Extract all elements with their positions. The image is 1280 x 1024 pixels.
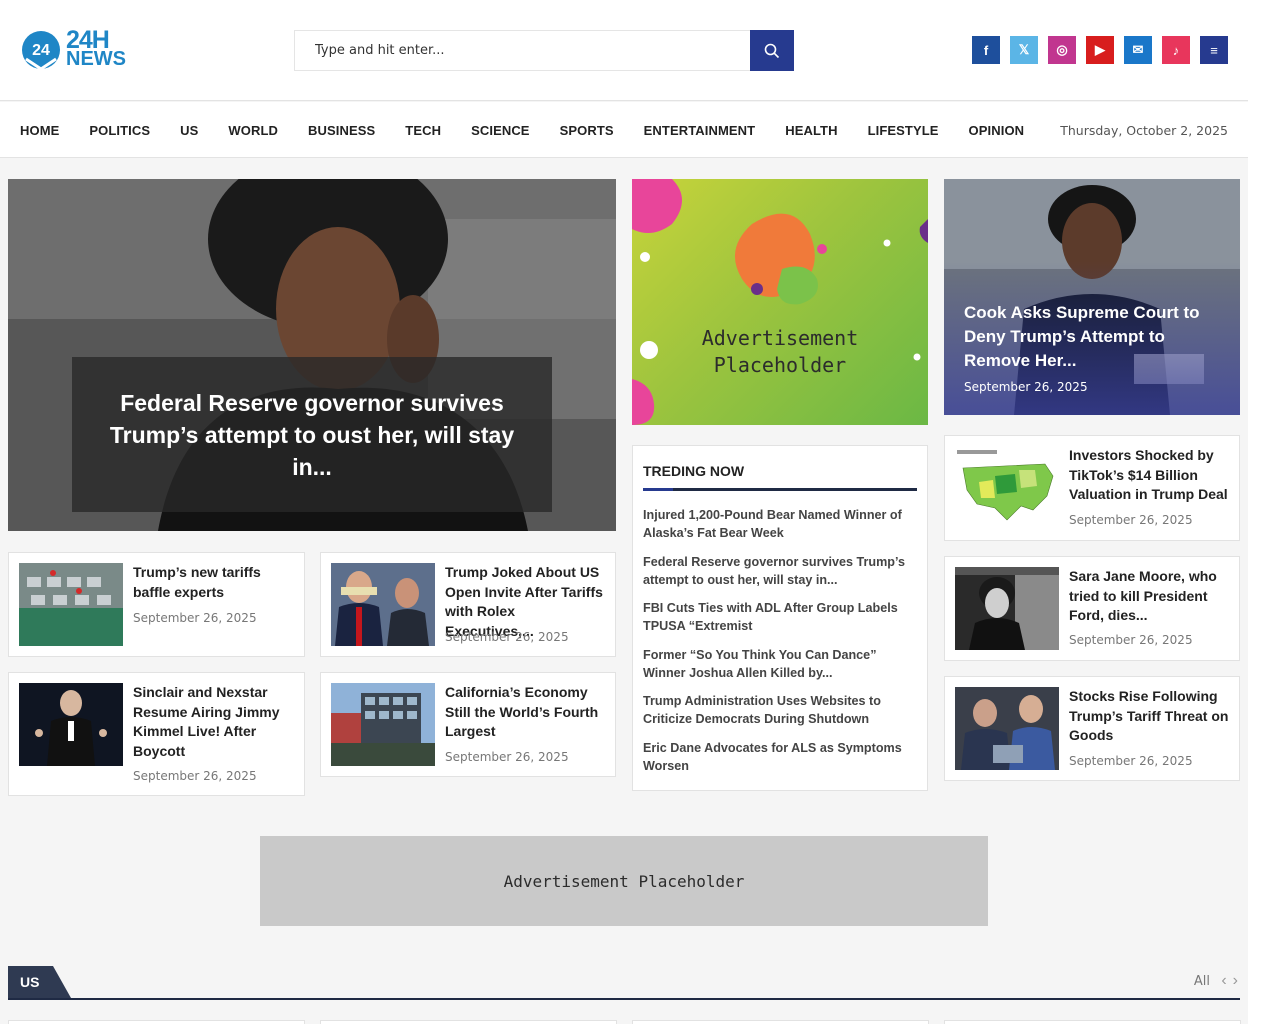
main-nav: HOME POLITICS US WORLD BUSINESS TECH SCIENCE SP… bbox=[0, 102, 1248, 158]
svg-text:24: 24 bbox=[32, 42, 50, 59]
youtube-icon[interactable]: ▶ bbox=[1086, 36, 1114, 64]
article-title[interactable]: Stocks Rise Following Trump’s Tariff Thr… bbox=[1069, 687, 1231, 746]
section-cards-row bbox=[8, 1020, 1241, 1024]
article-date: September 26, 2025 bbox=[445, 750, 569, 764]
trending-item[interactable]: Former “So You Think You Can Dance” Winn… bbox=[643, 646, 913, 682]
nav-item-sports[interactable]: SPORTS bbox=[560, 123, 614, 138]
article-card[interactable]: Investors Shocked by TikTok’s $14 Billio… bbox=[944, 435, 1240, 541]
article-thumbnail bbox=[19, 683, 123, 766]
ad-side-line1: Advertisement bbox=[701, 326, 859, 350]
article-thumbnail bbox=[331, 683, 435, 766]
trending-item[interactable]: FBI Cuts Ties with ADL After Group Label… bbox=[643, 599, 913, 635]
logo-line2: NEWS bbox=[66, 48, 126, 70]
article-title[interactable]: California’s Economy Still the World’s F… bbox=[445, 683, 607, 742]
facebook-icon[interactable]: f bbox=[972, 36, 1000, 64]
hero-title[interactable]: Federal Reserve governor survives Trump’… bbox=[90, 387, 534, 483]
current-date: Thursday, October 2, 2025 bbox=[1060, 122, 1228, 138]
article-date: September 26, 2025 bbox=[1069, 754, 1193, 768]
section-tag[interactable]: US bbox=[8, 966, 73, 998]
nav-item-opinion[interactable]: OPINION bbox=[969, 123, 1025, 138]
article-thumbnail bbox=[955, 567, 1059, 650]
instagram-icon[interactable]: ◎ bbox=[1048, 36, 1076, 64]
trending-item[interactable]: Trump Administration Uses Websites to Cr… bbox=[643, 692, 913, 728]
section-pager: ‹ › bbox=[1221, 972, 1238, 990]
nav-item-business[interactable]: BUSINESS bbox=[308, 123, 375, 138]
article-card[interactable]: California’s Economy Still the World’s F… bbox=[320, 672, 616, 777]
section-header-us: US All ‹ › bbox=[8, 966, 1240, 1000]
hero-caption: Federal Reserve governor survives Trump’… bbox=[72, 357, 552, 512]
logo-mark-icon: 24 bbox=[22, 31, 60, 71]
menu-icon[interactable]: ≡ bbox=[1200, 36, 1228, 64]
site-logo[interactable]: 24 24H NEWS bbox=[20, 28, 126, 71]
nav-item-entertainment[interactable]: ENTERTAINMENT bbox=[644, 123, 756, 138]
section-card[interactable] bbox=[944, 1020, 1241, 1024]
chevron-left-icon[interactable]: ‹ bbox=[1221, 972, 1226, 990]
nav-item-tech[interactable]: TECH bbox=[405, 123, 441, 138]
nav-item-us[interactable]: US bbox=[180, 123, 198, 138]
nav-menu: HOME POLITICS US WORLD BUSINESS TECH SCIENCE SP… bbox=[20, 102, 1054, 158]
trending-widget: TREDING NOW Injured 1,200-Pound Bear Nam… bbox=[632, 445, 928, 791]
article-thumbnail bbox=[331, 563, 435, 646]
section-card[interactable] bbox=[632, 1020, 929, 1024]
trending-divider bbox=[643, 488, 917, 491]
article-title[interactable]: Investors Shocked by TikTok’s $14 Billio… bbox=[1069, 446, 1231, 505]
trending-item[interactable]: Eric Dane Advocates for ALS as Symptoms … bbox=[643, 739, 913, 775]
featured-date: September 26, 2025 bbox=[964, 380, 1088, 394]
search-input[interactable] bbox=[294, 30, 750, 71]
article-card[interactable]: Stocks Rise Following Trump’s Tariff Thr… bbox=[944, 676, 1240, 781]
ad-side-text: Advertisement Placeholder bbox=[632, 325, 928, 379]
ad-side-line2: Placeholder bbox=[713, 353, 847, 377]
article-date: September 26, 2025 bbox=[1069, 513, 1193, 527]
search-bar bbox=[294, 30, 794, 71]
article-thumbnail bbox=[19, 563, 123, 646]
social-links: f 𝕏 ◎ ▶ ✉ ♪ ≡ bbox=[972, 36, 1228, 64]
featured-title[interactable]: Cook Asks Supreme Court to Deny Trump’s … bbox=[964, 301, 1224, 373]
x-icon[interactable]: 𝕏 bbox=[1010, 36, 1038, 64]
featured-article-right[interactable]: Cook Asks Supreme Court to Deny Trump’s … bbox=[944, 179, 1240, 415]
search-button[interactable] bbox=[750, 30, 794, 71]
article-thumbnail bbox=[955, 687, 1059, 770]
trending-item[interactable]: Injured 1,200-Pound Bear Named Winner of… bbox=[643, 506, 913, 542]
ad-placeholder-banner[interactable]: Advertisement Placeholder bbox=[260, 836, 988, 926]
article-card[interactable]: Trump’s new tariffs baffle experts Septe… bbox=[8, 552, 305, 657]
trending-heading: TREDING NOW bbox=[643, 463, 745, 479]
ad-placeholder-side[interactable]: Advertisement Placeholder bbox=[632, 179, 928, 425]
article-title[interactable]: Sinclair and Nexstar Resume Airing Jimmy… bbox=[133, 683, 296, 761]
article-date: September 26, 2025 bbox=[445, 630, 569, 644]
article-card[interactable]: Sinclair and Nexstar Resume Airing Jimmy… bbox=[8, 672, 305, 796]
article-date: September 26, 2025 bbox=[133, 611, 257, 625]
page: 24 24H NEWS f𝕏 ◎ ▶ ✉ ♪ ≡ HOME POLITICS US WORLD B… bbox=[0, 0, 1248, 1024]
site-header: 24 24H NEWS f𝕏 ◎ ▶ ✉ ♪ ≡ bbox=[0, 0, 1248, 101]
page-scrollbar[interactable] bbox=[1248, 0, 1280, 1024]
hero-article[interactable]: Federal Reserve governor survives Trump’… bbox=[8, 179, 616, 531]
nav-item-health[interactable]: HEALTH bbox=[785, 123, 837, 138]
nav-item-science[interactable]: SCIENCE bbox=[471, 123, 530, 138]
article-date: September 26, 2025 bbox=[133, 769, 257, 783]
search-icon bbox=[764, 43, 780, 58]
article-title[interactable]: Sara Jane Moore, who tried to kill Presi… bbox=[1069, 567, 1231, 626]
article-card[interactable]: Trump Joked About US Open Invite After T… bbox=[320, 552, 616, 657]
article-title[interactable]: Trump’s new tariffs baffle experts bbox=[133, 563, 296, 602]
trending-list: Injured 1,200-Pound Bear Named Winner of… bbox=[643, 506, 913, 785]
article-card[interactable]: Sara Jane Moore, who tried to kill Presi… bbox=[944, 556, 1240, 661]
article-thumbnail bbox=[955, 446, 1059, 529]
logo-text: 24H NEWS bbox=[66, 28, 126, 70]
tiktok-icon[interactable]: ♪ bbox=[1162, 36, 1190, 64]
section-all-link[interactable]: All bbox=[1194, 974, 1210, 989]
ad-graphic bbox=[632, 179, 928, 425]
section-card[interactable] bbox=[320, 1020, 617, 1024]
article-date: September 26, 2025 bbox=[1069, 633, 1193, 647]
trending-item[interactable]: Federal Reserve governor survives Trump’… bbox=[643, 553, 913, 589]
chevron-right-icon[interactable]: › bbox=[1233, 972, 1238, 990]
nav-item-world[interactable]: WORLD bbox=[228, 123, 278, 138]
nav-item-politics[interactable]: POLITICS bbox=[89, 123, 150, 138]
nav-item-lifestyle[interactable]: LIFESTYLE bbox=[868, 123, 939, 138]
section-card[interactable] bbox=[8, 1020, 305, 1024]
email-icon[interactable]: ✉ bbox=[1124, 36, 1152, 64]
nav-item-home[interactable]: HOME bbox=[20, 123, 59, 138]
